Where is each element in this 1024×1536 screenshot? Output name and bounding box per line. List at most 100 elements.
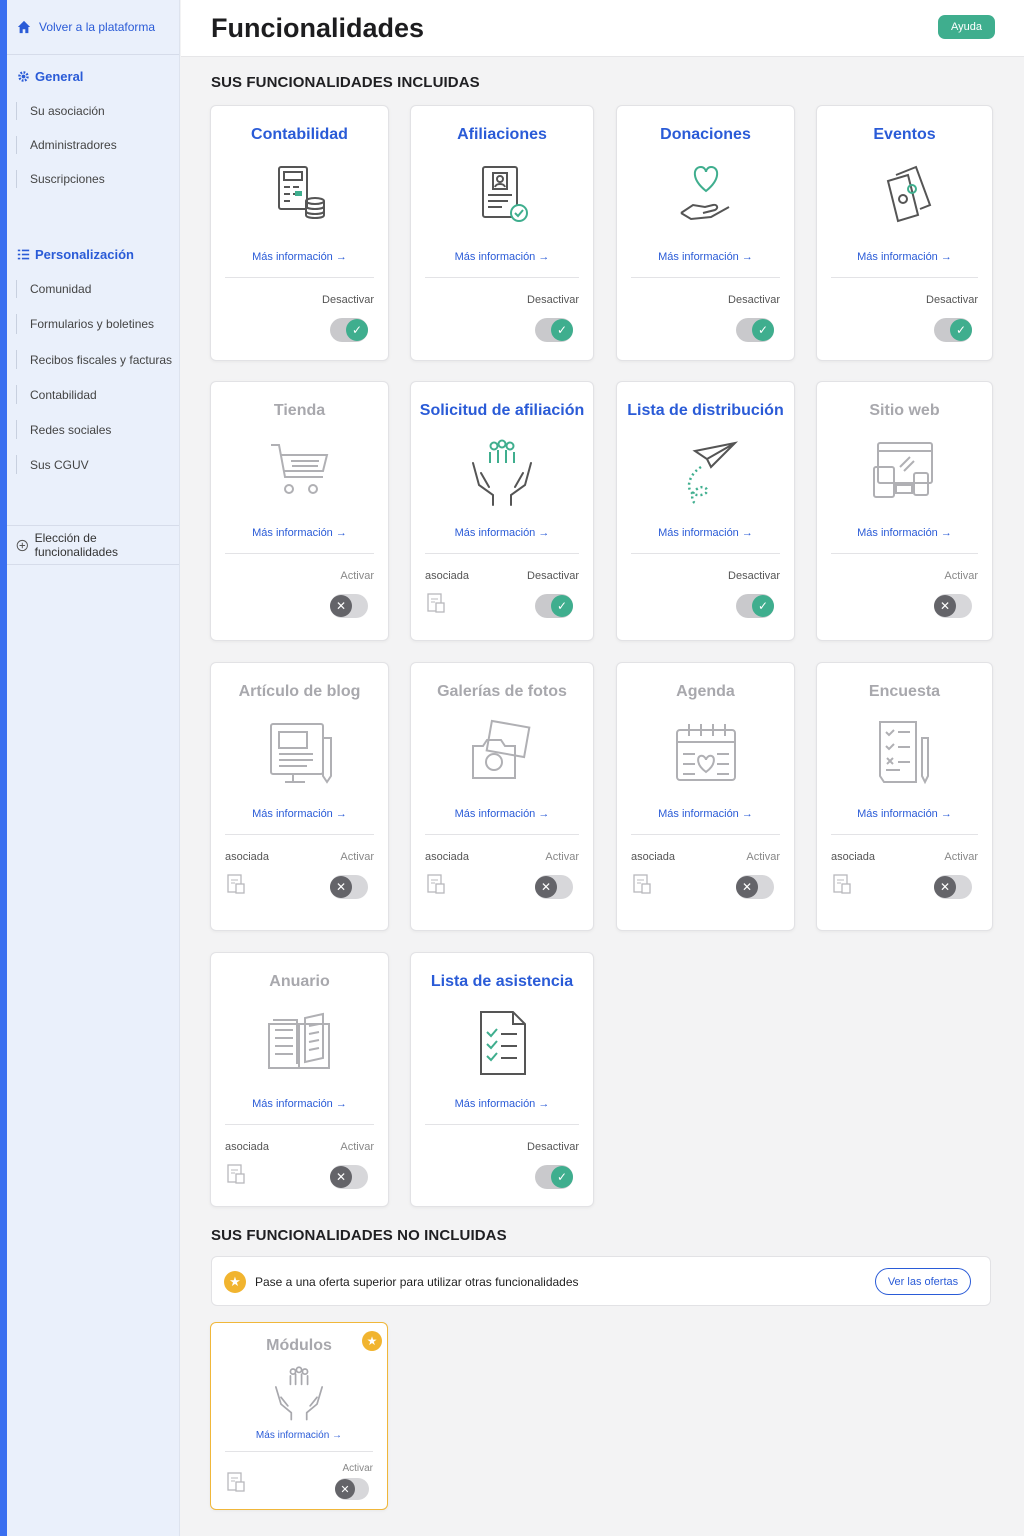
card-title: Afiliaciones (457, 126, 547, 143)
card-divider (631, 834, 780, 835)
top-bar: Funcionalidades Ayuda (181, 0, 1024, 57)
activate-toggle[interactable]: ✕ (330, 875, 368, 899)
more-info-link[interactable]: Más información → (211, 1098, 388, 1110)
sidebar-item-forms[interactable]: Formularios y boletines (7, 306, 179, 342)
more-info-link[interactable]: Más información → (411, 251, 593, 263)
x-icon: ✕ (330, 876, 352, 898)
back-to-platform-link[interactable]: Volver a la plataforma (7, 0, 179, 55)
x-icon: ✕ (335, 1479, 355, 1499)
tickets-icon (886, 165, 931, 223)
associated-label: asociada (425, 851, 470, 863)
document-icon (633, 874, 651, 894)
hands-people-icon (275, 1366, 323, 1421)
check-icon: ✓ (551, 319, 573, 341)
sidebar-item-admins[interactable]: Administradores (7, 128, 179, 162)
card-title: Módulos (266, 1337, 332, 1354)
accounting-icon (277, 166, 325, 220)
sidebar-section-general[interactable]: General (7, 58, 179, 94)
page-title: Funcionalidades (211, 13, 425, 43)
card-divider (225, 834, 374, 835)
check-icon: ✓ (752, 595, 774, 617)
camera-icon (472, 719, 531, 779)
more-info-link[interactable]: Más información → (617, 527, 794, 539)
deactivate-toggle[interactable]: ✓ (535, 594, 573, 618)
card-title: Solicitud de afiliación (419, 402, 585, 419)
sidebar-item-label: Administradores (30, 138, 117, 152)
sidebar-item-label: Elección de funcionalidades (34, 531, 119, 559)
document-icon (427, 874, 445, 894)
deactivate-toggle[interactable]: ✓ (535, 318, 573, 342)
more-info-link[interactable]: Más información → (617, 251, 794, 263)
document-icon (227, 874, 245, 894)
activate-toggle[interactable]: ✕ (330, 594, 368, 618)
feature-card: Lista de distribución Más información → De… (616, 381, 795, 641)
card-status-label: Desactivar (527, 1141, 579, 1153)
deactivate-toggle[interactable]: ✓ (535, 1165, 573, 1189)
feature-card: Anuario Más información → asociada Activar ✕ (210, 952, 389, 1207)
activate-toggle[interactable]: ✕ (535, 875, 573, 899)
x-icon: ✕ (736, 876, 758, 898)
more-info-link[interactable]: Más información → (211, 527, 388, 539)
sidebar-item-label: Formularios y boletines (30, 317, 155, 331)
book-icon (267, 1012, 330, 1069)
more-info-link[interactable]: Más información → (211, 808, 388, 820)
card-divider (425, 1124, 579, 1125)
more-info-link[interactable]: Más información → (817, 808, 992, 820)
card-title: Contabilidad (251, 126, 348, 143)
card-title: Lista de distribución (627, 402, 784, 419)
more-info-link[interactable]: Más información → (411, 1098, 593, 1110)
sidebar-item-accounting[interactable]: Contabilidad (7, 377, 179, 412)
sidebar-item-cguv[interactable]: Sus CGUV (7, 447, 179, 482)
more-info-link[interactable]: Más información → (211, 1430, 387, 1441)
card-divider (225, 1451, 373, 1452)
card-title: Lista de asistencia (430, 973, 574, 990)
blog-icon (269, 723, 332, 784)
cart-icon (270, 444, 328, 494)
activate-toggle[interactable]: ✕ (934, 594, 972, 618)
sidebar-item-association[interactable]: Su asociación (7, 94, 179, 128)
donation-icon (679, 165, 729, 221)
feature-card: Tienda Más información → Activar ✕ (210, 381, 389, 641)
activate-toggle[interactable]: ✕ (934, 875, 972, 899)
deactivate-toggle[interactable]: ✓ (736, 318, 774, 342)
sidebar-section-personalization[interactable]: Personalización (7, 236, 179, 272)
activate-toggle[interactable]: ✕ (736, 875, 774, 899)
feature-card: Lista de asistencia Más información → Desa… (410, 952, 594, 1207)
card-status-label: Activar (944, 851, 978, 863)
card-title: Tienda (273, 402, 326, 419)
sidebar-item-community[interactable]: Comunidad (7, 272, 179, 306)
activate-toggle[interactable]: ✕ (330, 1165, 368, 1189)
more-info-link[interactable]: Más información → (617, 808, 794, 820)
view-offers-button[interactable]: Ver las ofertas (875, 1268, 971, 1295)
more-info-link[interactable]: Más información → (211, 251, 388, 263)
feature-card: Afiliaciones Más información → Desactivar ✓ (410, 105, 594, 361)
associated-label: asociada (831, 851, 876, 863)
sidebar-item-receipts[interactable]: Recibos fiscales y facturas (7, 342, 179, 377)
deactivate-toggle[interactable]: ✓ (330, 318, 368, 342)
card-divider (631, 553, 780, 554)
feature-card: Solicitud de afiliación Más información →… (410, 381, 594, 641)
x-icon: ✕ (934, 595, 956, 617)
help-button[interactable]: Ayuda (938, 15, 995, 39)
card-status-label: Desactivar (728, 294, 780, 306)
deactivate-toggle[interactable]: ✓ (934, 318, 972, 342)
more-info-link[interactable]: Más información → (817, 251, 992, 263)
feature-card: Encuesta Más información → asociada Activar… (816, 662, 993, 931)
card-status-label: Desactivar (527, 294, 579, 306)
activate-toggle[interactable]: ✕ (335, 1478, 369, 1500)
sidebar-item-social[interactable]: Redes sociales (7, 412, 179, 447)
sidebar-item-label: Comunidad (30, 282, 92, 296)
sidebar-item-feature-choice[interactable]: Elección de funcionalidades (7, 525, 179, 565)
feature-card-modules: ★ Módulos Más información → Activar ✕ (210, 1322, 388, 1510)
more-info-link[interactable]: Más información → (411, 808, 593, 820)
plus-circle-icon (16, 539, 28, 551)
card-status-label: Desactivar (728, 570, 780, 582)
more-info-link[interactable]: Más información → (817, 527, 992, 539)
associated-label: asociada (225, 1141, 270, 1153)
more-info-link[interactable]: Más información → (411, 527, 593, 539)
document-icon (427, 593, 445, 613)
sidebar-item-label: Su asociación (30, 104, 105, 118)
sidebar-item-subscriptions[interactable]: Suscripciones (7, 162, 179, 196)
hands-people-icon (472, 439, 532, 506)
deactivate-toggle[interactable]: ✓ (736, 594, 774, 618)
